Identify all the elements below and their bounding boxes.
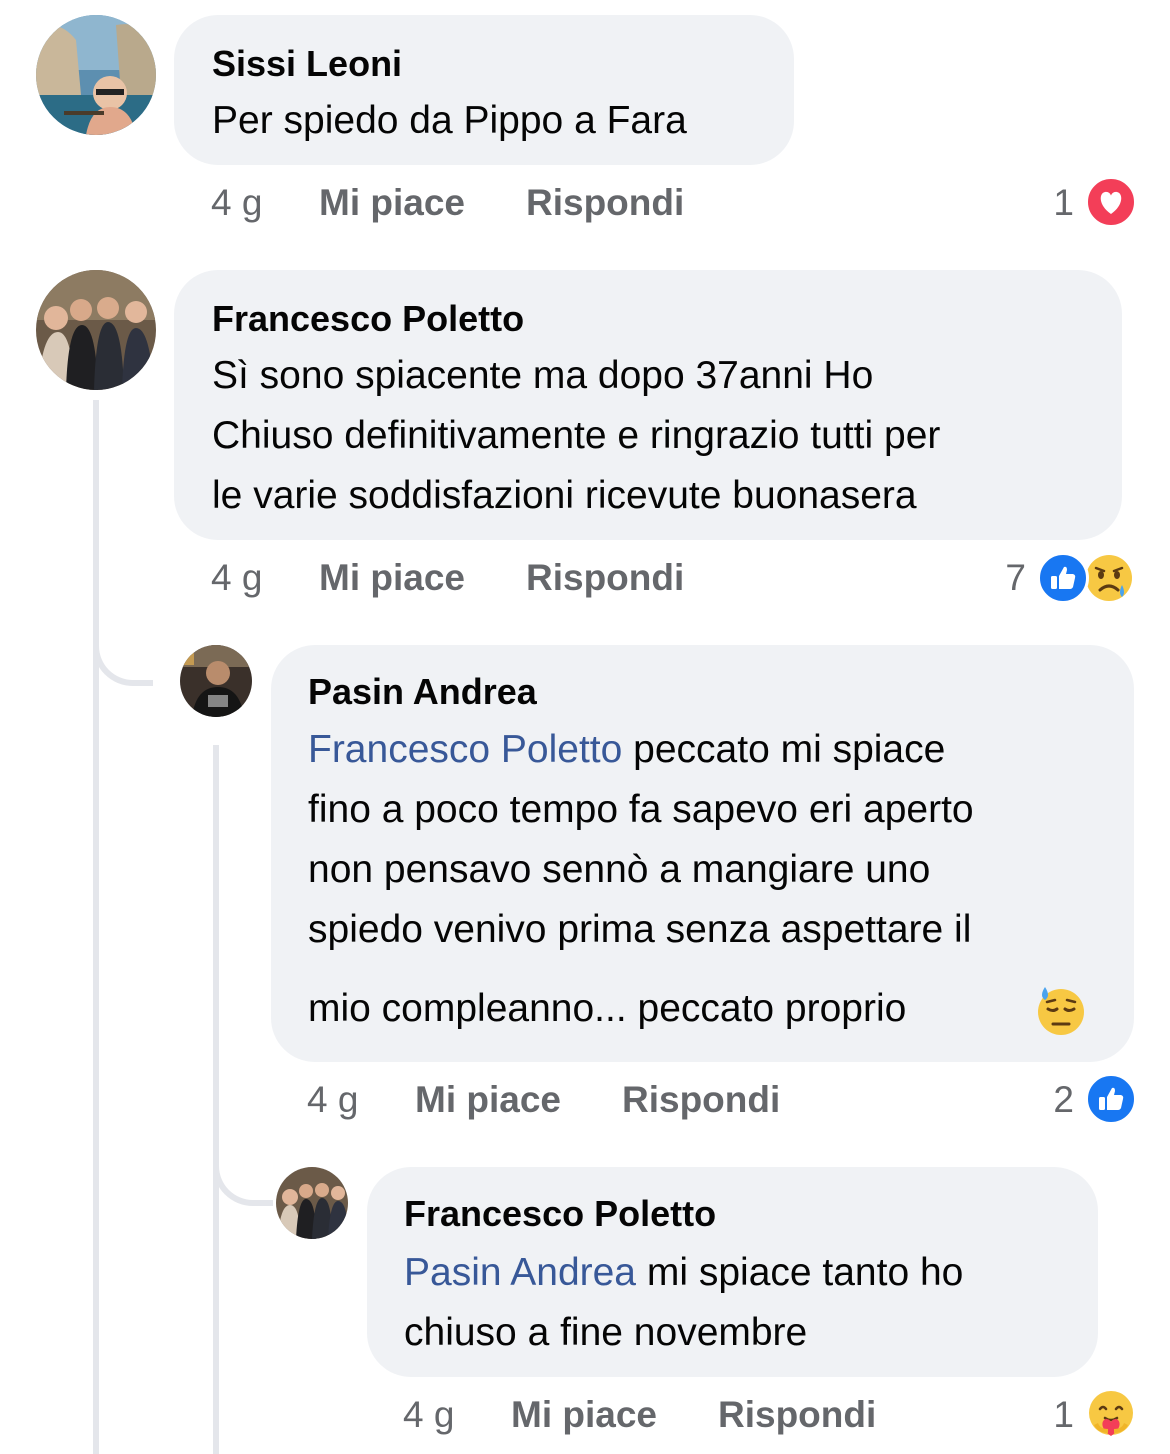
reaction-count: 7 (1005, 557, 1026, 598)
comment-bubble: Francesco Poletto Sì sono spiacente ma d… (174, 270, 1122, 540)
reply-button[interactable]: Rispondi (526, 181, 684, 225)
like-icon (1037, 552, 1089, 604)
avatar[interactable] (276, 1167, 348, 1239)
comment-bubble: Sissi Leoni Per spiedo da Pippo a Fara (174, 15, 794, 165)
comment-text-line: Pasin Andrea mi spiace tanto ho (404, 1243, 963, 1303)
comment-time[interactable]: 4 g (211, 556, 262, 600)
mention-link[interactable]: Pasin Andrea (404, 1251, 636, 1294)
care-icon (1083, 1386, 1139, 1442)
reaction-count: 1 (1053, 182, 1074, 223)
comment-time[interactable]: 4 g (403, 1393, 454, 1437)
comment-text-line: mio compleanno... peccato proprio (308, 979, 906, 1039)
like-button[interactable]: Mi piace (511, 1393, 657, 1437)
comment-text-line: Chiuso definitivamente e ringrazio tutti… (212, 414, 941, 457)
like-button[interactable]: Mi piace (415, 1078, 561, 1122)
comment-text-line: fino a poco tempo fa sapevo eri aperto (308, 788, 974, 831)
comment-author[interactable]: Pasin Andrea (308, 671, 537, 713)
comment-bubble: Francesco Poletto Pasin Andrea mi spiace… (367, 1167, 1098, 1377)
comment-bubble: Pasin Andrea Francesco Poletto peccato m… (271, 645, 1134, 1062)
comment-text-line: non pensavo sennò a mangiare uno (308, 848, 931, 891)
comment-text-line: spiedo venivo prima senza aspettare il (308, 908, 972, 951)
comment-text-line: le varie soddisfazioni ricevute buonaser… (212, 474, 917, 517)
comment-author[interactable]: Francesco Poletto (212, 298, 524, 340)
comment-text-line: Francesco Poletto peccato mi spiace (308, 720, 945, 780)
thread-line (93, 400, 99, 1454)
reply-button[interactable]: Rispondi (622, 1078, 780, 1122)
avatar[interactable] (36, 270, 156, 390)
like-icon (1085, 1073, 1137, 1125)
avatar[interactable] (36, 15, 156, 135)
comment-text-segment: mi spiace tanto ho (636, 1251, 964, 1294)
comment-time[interactable]: 4 g (307, 1078, 358, 1122)
sad-icon (1081, 550, 1137, 606)
thread-connector (93, 600, 153, 686)
reaction-count: 2 (1053, 1079, 1074, 1120)
avatar[interactable] (180, 645, 252, 717)
mention-link[interactable]: Francesco Poletto (308, 728, 622, 771)
reply-button[interactable]: Rispondi (718, 1393, 876, 1437)
comment-author[interactable]: Francesco Poletto (404, 1193, 716, 1235)
downcast-sweat-emoji-icon (1034, 983, 1088, 1037)
like-button[interactable]: Mi piace (319, 556, 465, 600)
comment-text: Per spiedo da Pippo a Fara (212, 99, 687, 142)
comment-text-segment: peccato mi spiace (622, 728, 946, 771)
comment-text-segment: mio compleanno... peccato proprio (308, 987, 907, 1030)
like-button[interactable]: Mi piace (319, 181, 465, 225)
reaction-count: 1 (1053, 1394, 1074, 1435)
comment-author[interactable]: Sissi Leoni (212, 43, 402, 85)
heart-icon (1085, 176, 1137, 228)
thread-connector (213, 1120, 273, 1206)
comment-time[interactable]: 4 g (211, 181, 262, 225)
thread-line (213, 745, 219, 1454)
reply-button[interactable]: Rispondi (526, 556, 684, 600)
comment-text-line: Sì sono spiacente ma dopo 37anni Ho (212, 354, 874, 397)
comment-text-line: chiuso a fine novembre (404, 1311, 808, 1354)
